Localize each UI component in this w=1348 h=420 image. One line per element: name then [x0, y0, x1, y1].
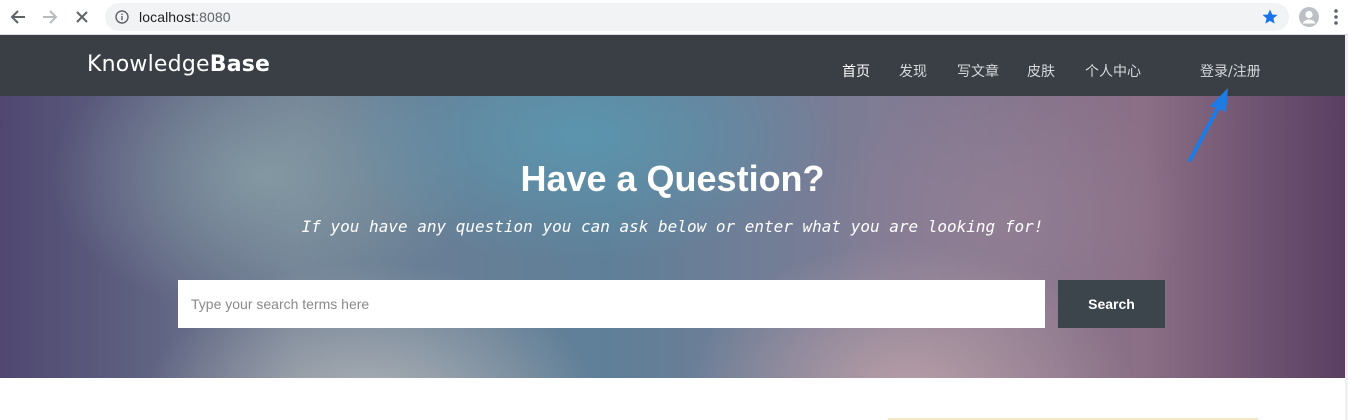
- hero-banner: Have a Question? If you have any questio…: [0, 96, 1345, 378]
- search-input[interactable]: [178, 280, 1045, 328]
- forward-arrow-icon[interactable]: [40, 7, 60, 27]
- logo-bold-text: Base: [209, 52, 271, 77]
- nav-personal-center[interactable]: 个人中心: [1085, 61, 1141, 81]
- address-bar[interactable]: localhost:8080: [105, 3, 1289, 31]
- pointer-arrow-icon: [1188, 88, 1228, 162]
- site-header: KnowledgeBase 首页 发现 写文章 皮肤 个人中心 登录/注册: [0, 35, 1345, 96]
- content-area: [0, 378, 1345, 420]
- logo-light-text: Knowledge: [87, 52, 210, 77]
- search-button[interactable]: Search: [1058, 280, 1165, 328]
- nav-write-article[interactable]: 写文章: [957, 61, 999, 81]
- back-arrow-icon[interactable]: [8, 7, 28, 27]
- bookmark-star-icon[interactable]: [1261, 8, 1279, 26]
- site-logo[interactable]: KnowledgeBase: [87, 52, 270, 77]
- nav-discover[interactable]: 发现: [899, 61, 927, 81]
- hero-title: Have a Question?: [520, 158, 825, 199]
- stop-icon[interactable]: [72, 7, 92, 27]
- browser-toolbar: localhost:8080: [0, 0, 1348, 35]
- nav-home[interactable]: 首页: [842, 61, 870, 81]
- hero-subtitle: If you have any question you can ask bel…: [301, 217, 1044, 236]
- url-port: :8080: [195, 9, 231, 25]
- nav-skins[interactable]: 皮肤: [1027, 61, 1055, 81]
- url-host: localhost: [139, 9, 196, 25]
- profile-icon[interactable]: [1298, 6, 1320, 28]
- nav-login-register[interactable]: 登录/注册: [1200, 61, 1261, 81]
- info-icon[interactable]: [115, 10, 129, 24]
- url-text[interactable]: localhost:8080: [139, 9, 231, 25]
- menu-dots-icon[interactable]: [1333, 7, 1348, 27]
